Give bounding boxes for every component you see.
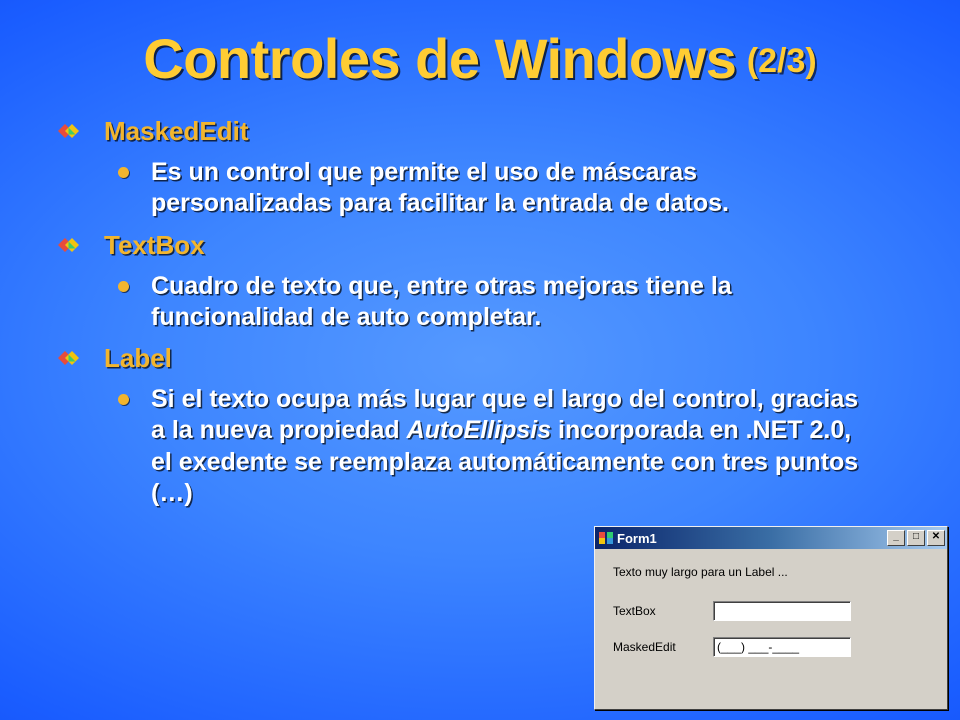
minimize-button[interactable]: _: [887, 530, 905, 546]
close-button[interactable]: ✕: [927, 530, 945, 546]
slide-pager: (2/3): [747, 42, 817, 80]
heading-label: Label: [104, 343, 172, 374]
textbox-row: TextBox: [613, 601, 931, 621]
desc-label-em: AutoEllipsis: [407, 416, 551, 444]
slide-content: MaskedEdit Es un control que permite el …: [58, 110, 920, 519]
window-title: Form1: [617, 531, 885, 546]
sub-bullet: Es un control que permite el uso de másc…: [118, 157, 920, 220]
heading-maskededit: MaskedEdit: [104, 116, 249, 147]
slide-title-line: Controles de Windows (2/3): [0, 26, 960, 91]
bullet-textbox: TextBox: [58, 230, 920, 261]
textbox-input[interactable]: [713, 601, 851, 621]
form-window: Form1 _ □ ✕ Texto muy largo para un Labe…: [594, 526, 948, 710]
desc-textbox: Cuadro de texto que, entre otras mejoras…: [151, 271, 871, 334]
bullet-label: Label: [58, 343, 920, 374]
maskededit-label: MaskedEdit: [613, 640, 713, 654]
diamond-icon: [58, 124, 80, 138]
textbox-label: TextBox: [613, 604, 713, 618]
long-label: Texto muy largo para un Label ...: [613, 565, 931, 579]
sub-bullet: Cuadro de texto que, entre otras mejoras…: [118, 271, 920, 334]
diamond-icon: [58, 351, 80, 365]
desc-label: Si el texto ocupa más lugar que el largo…: [151, 384, 871, 509]
dot-icon: [118, 394, 129, 405]
heading-textbox: TextBox: [104, 230, 205, 261]
diamond-icon: [58, 238, 80, 252]
sub-bullet: Si el texto ocupa más lugar que el largo…: [118, 384, 920, 509]
dot-icon: [118, 167, 129, 178]
desc-maskededit: Es un control que permite el uso de másc…: [151, 157, 871, 220]
app-icon: [599, 531, 613, 545]
slide-title: Controles de Windows: [143, 27, 736, 90]
bullet-maskededit: MaskedEdit: [58, 116, 920, 147]
maximize-button[interactable]: □: [907, 530, 925, 546]
window-titlebar[interactable]: Form1 _ □ ✕: [595, 527, 947, 549]
window-body: Texto muy largo para un Label ... TextBo…: [595, 549, 947, 657]
maskededit-input[interactable]: (___) ___-____: [713, 637, 851, 657]
maskededit-row: MaskedEdit (___) ___-____: [613, 637, 931, 657]
slide: Controles de Windows (2/3) MaskedEdit Es…: [0, 0, 960, 720]
dot-icon: [118, 281, 129, 292]
